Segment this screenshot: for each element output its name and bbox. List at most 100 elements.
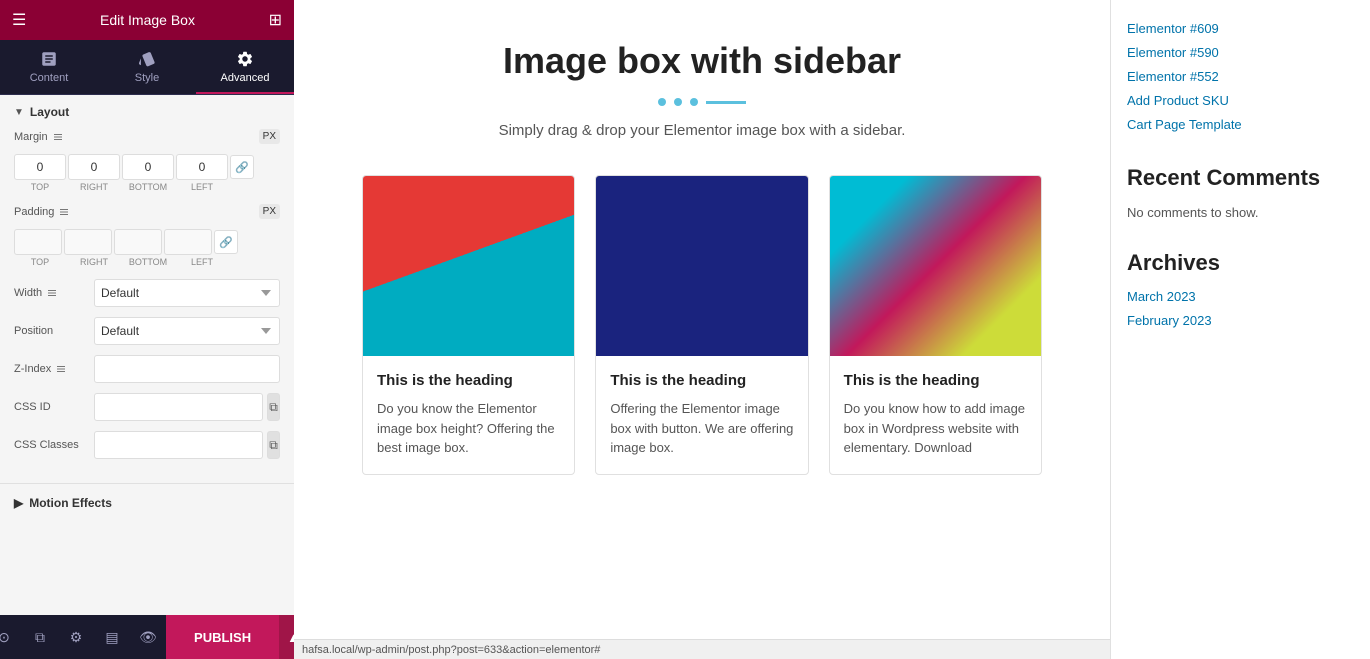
margin-label: Margin [14, 131, 74, 143]
tab-content[interactable]: Content [0, 40, 98, 94]
card-3-body: This is the heading Do you know how to a… [830, 356, 1041, 474]
tab-content-label: Content [30, 72, 69, 84]
card-1-text: Do you know the Elementor image box heig… [377, 399, 560, 458]
motion-arrow: ▶ [14, 496, 23, 510]
card-3-image [830, 176, 1041, 356]
publish-button[interactable]: PUBLISH [166, 615, 279, 659]
motion-effects-header[interactable]: ▶ Motion Effects [0, 484, 294, 522]
url-bar: hafsa.local/wp-admin/post.php?post=633&a… [294, 639, 1110, 659]
card-2-overlay [596, 176, 807, 356]
card-3-img-bg [830, 176, 1041, 356]
width-row: Width Default Full Width Inline Custom [14, 279, 280, 307]
card-1-image [363, 176, 574, 356]
cssclass-row: CSS Classes ⧉ [14, 431, 280, 459]
padding-top-input[interactable] [14, 229, 62, 255]
layout-arrow: ▼ [14, 107, 24, 118]
card-3-overlay [830, 176, 1041, 356]
padding-row: Padding PX [14, 204, 280, 219]
card-1-img-bg [363, 176, 574, 356]
settings-icon[interactable]: ⚙ [58, 615, 94, 659]
padding-unit-select[interactable]: PX [259, 204, 280, 219]
preview-icon[interactable]: 👁 [130, 615, 166, 659]
archive-links: March 2023 February 2023 [1127, 288, 1354, 330]
card-3: This is the heading Do you know how to a… [829, 175, 1042, 475]
zindex-input[interactable] [94, 355, 280, 383]
margin-unit-select[interactable]: PX [259, 129, 280, 144]
zindex-label: Z-Index [14, 363, 94, 375]
width-select[interactable]: Default Full Width Inline Custom [94, 279, 280, 307]
archives-title: Archives [1127, 250, 1354, 276]
margin-right-label: RIGHT [68, 182, 120, 192]
margin-right-input[interactable] [68, 154, 120, 180]
padding-left-label: LEFT [176, 257, 228, 267]
dot-2 [674, 98, 682, 106]
margin-inputs: 🔗 TOP RIGHT BOTTOM LEFT [14, 154, 280, 192]
link-cart-template[interactable]: Cart Page Template [1127, 117, 1242, 132]
recent-comments-title: Recent Comments [1127, 164, 1354, 193]
card-3-text: Do you know how to add image box in Word… [844, 399, 1027, 458]
card-2-text: Offering the Elementor image box with bu… [610, 399, 793, 458]
position-row: Position Default Absolute Fixed [14, 317, 280, 345]
margin-bottom-input[interactable] [122, 154, 174, 180]
title-decoration [324, 98, 1080, 106]
cssid-copy-btn[interactable]: ⧉ [267, 393, 280, 421]
hamburger-icon[interactable]: ☰ [12, 10, 26, 30]
url-text: hafsa.local/wp-admin/post.php?post=633&a… [302, 644, 600, 656]
publish-bar: ⊙ ⧉ ⚙ ▤ 👁 PUBLISH ▲ [0, 615, 294, 659]
link-product-sku[interactable]: Add Product SKU [1127, 93, 1229, 108]
left-panel: ☰ Edit Image Box ⊞ Content Style Advance… [0, 0, 294, 659]
padding-right-input[interactable] [64, 229, 112, 255]
padding-right-label: RIGHT [68, 257, 120, 267]
padding-inputs: 🔗 TOP RIGHT BOTTOM LEFT [14, 229, 280, 267]
layers-icon[interactable]: ⧉ [22, 615, 58, 659]
publish-arrow-btn[interactable]: ▲ [279, 615, 294, 659]
march-2023-link[interactable]: March 2023 [1127, 289, 1196, 304]
link-609[interactable]: Elementor #609 [1127, 21, 1219, 36]
margin-left-input[interactable] [176, 154, 228, 180]
right-sidebar: Elementor #609 Elementor #590 Elementor … [1110, 0, 1370, 659]
padding-bottom-input[interactable] [114, 229, 162, 255]
padding-link-icon[interactable]: 🔗 [214, 230, 238, 254]
card-1: This is the heading Do you know the Elem… [362, 175, 575, 475]
feb-2023-link[interactable]: February 2023 [1127, 313, 1212, 328]
margin-link-icon[interactable]: 🔗 [230, 155, 254, 179]
margin-top-input[interactable] [14, 154, 66, 180]
margin-row: Margin PX [14, 129, 280, 144]
padding-bottom-label: BOTTOM [122, 257, 174, 267]
link-item-5: Cart Page Template [1127, 116, 1354, 134]
dot-3 [690, 98, 698, 106]
layout-label: Layout [30, 105, 69, 119]
position-select[interactable]: Default Absolute Fixed [94, 317, 280, 345]
card-2-heading: This is the heading [610, 372, 793, 389]
card-2-img-bg [596, 176, 807, 356]
grid-icon[interactable]: ⊞ [269, 10, 282, 30]
responsive-icon[interactable]: ▤ [94, 615, 130, 659]
page-subtitle: Simply drag & drop your Elementor image … [324, 122, 1080, 139]
layout-section: Margin PX 🔗 TOP RIGHT BOTTOM LEFT [0, 129, 294, 483]
cssclass-input[interactable] [94, 431, 263, 459]
position-label: Position [14, 325, 94, 337]
padding-left-input[interactable] [164, 229, 212, 255]
cssclass-copy-btn[interactable]: ⧉ [267, 431, 280, 459]
card-1-heading: This is the heading [377, 372, 560, 389]
panel-title: Edit Image Box [100, 12, 195, 28]
title-line [706, 101, 746, 104]
dot-1 [658, 98, 666, 106]
widget-links: Elementor #609 Elementor #590 Elementor … [1127, 20, 1354, 134]
link-item-2: Elementor #590 [1127, 44, 1354, 62]
history-icon[interactable]: ⊙ [0, 615, 22, 659]
padding-top-label: TOP [14, 257, 66, 267]
layout-section-header[interactable]: ▼ Layout [0, 95, 294, 129]
tab-advanced[interactable]: Advanced [196, 40, 294, 94]
link-552[interactable]: Elementor #552 [1127, 69, 1219, 84]
margin-left-label: LEFT [176, 182, 228, 192]
link-590[interactable]: Elementor #590 [1127, 45, 1219, 60]
card-1-body: This is the heading Do you know the Elem… [363, 356, 574, 474]
tab-style-label: Style [135, 72, 159, 84]
cssid-label: CSS ID [14, 401, 94, 413]
archive-link-2: February 2023 [1127, 312, 1354, 330]
motion-effects-label: Motion Effects [29, 496, 112, 510]
archive-link-1: March 2023 [1127, 288, 1354, 306]
cssid-input[interactable] [94, 393, 263, 421]
tab-style[interactable]: Style [98, 40, 196, 94]
